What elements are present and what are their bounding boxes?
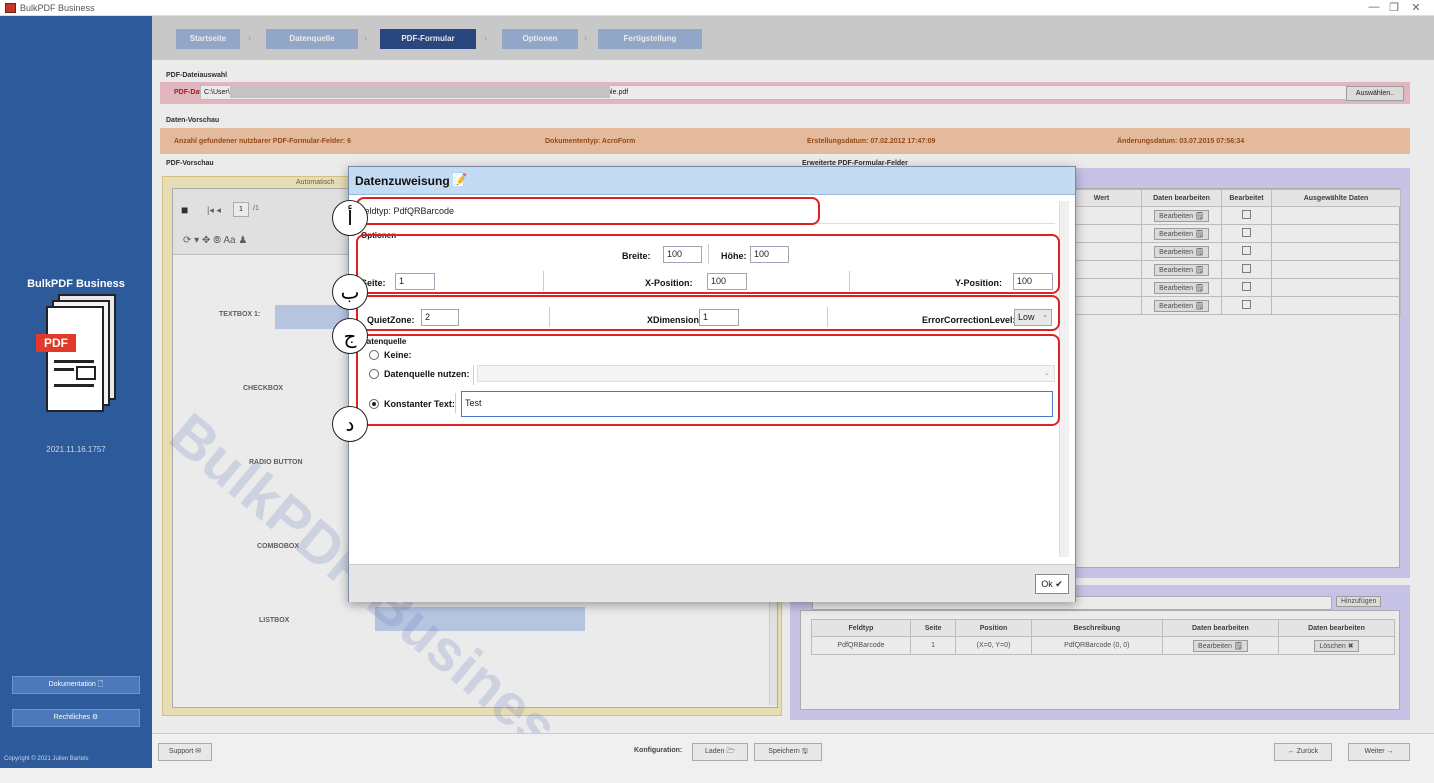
pdf-logo-icon: PDF — [36, 294, 122, 416]
dialog-title: Datenzuweisung — [355, 174, 450, 188]
back-button[interactable]: ← Zurück — [1274, 743, 1332, 761]
sidebar-brand: BulkPDF Business — [27, 278, 125, 290]
ok-button[interactable]: Ok ✔ — [1035, 574, 1069, 594]
dialog-scrollbar[interactable] — [1059, 201, 1069, 557]
config-label: Konfiguration: — [634, 747, 683, 754]
marker-2: ب — [332, 274, 368, 310]
window-title: BulkPDF Business — [20, 3, 95, 13]
annotation-box-barcode-options — [356, 295, 1060, 331]
app-icon — [5, 3, 16, 13]
marker-3: ج — [332, 318, 368, 354]
bottom-bar: Support ✉ Konfiguration: Laden 🗁 Speiche… — [152, 733, 1434, 768]
minimize-button[interactable]: — — [1364, 1, 1384, 13]
support-button[interactable]: Support ✉ — [158, 743, 212, 761]
sidebar: BulkPDF Business PDF 2021.11.16.1757 Dok… — [0, 16, 152, 768]
maximize-button[interactable]: ❐ — [1384, 1, 1404, 14]
load-button[interactable]: Laden 🗁 — [692, 743, 748, 761]
copyright-text: Copyright © 2021 Julien Bartels — [4, 756, 89, 762]
next-button[interactable]: Weiter → — [1348, 743, 1410, 761]
annotation-box-options — [356, 234, 1060, 294]
edit-note-icon: 📝 — [451, 172, 468, 187]
documentation-button[interactable]: Dokumentation 🗋 — [12, 676, 140, 694]
version-label: 2021.11.16.1757 — [46, 445, 106, 454]
annotation-box-field-type — [356, 197, 820, 225]
dialog-footer: Ok ✔ — [349, 564, 1075, 602]
window-titlebar: BulkPDF Business — ❐ ✕ — [0, 0, 1434, 16]
pdf-badge: PDF — [36, 334, 76, 352]
marker-1: أ — [332, 200, 368, 236]
legal-button[interactable]: Rechtliches ⚙ — [12, 709, 140, 727]
close-button[interactable]: ✕ — [1406, 1, 1426, 14]
annotation-box-data-source — [356, 334, 1060, 426]
dialog-header: Datenzuweisung 📝 — [349, 167, 1075, 195]
save-config-button[interactable]: Speichern 🖫 — [754, 743, 822, 761]
marker-4: د — [332, 406, 368, 442]
